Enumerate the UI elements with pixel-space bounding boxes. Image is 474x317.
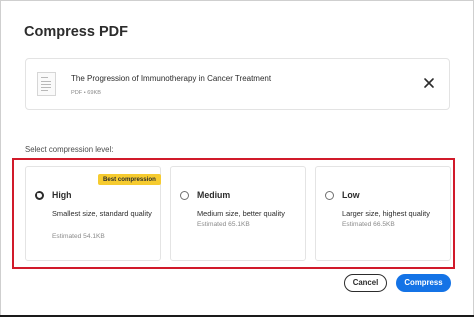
radio-high[interactable] — [35, 191, 44, 200]
close-icon[interactable] — [422, 76, 436, 90]
option-description: Smallest size, standard quality — [52, 209, 152, 218]
best-compression-badge: Best compression — [98, 174, 161, 185]
window-edge-left — [0, 0, 1, 317]
file-card: The Progression of Immunotherapy in Canc… — [25, 58, 450, 110]
option-medium[interactable]: Medium Medium size, better quality Estim… — [170, 166, 306, 261]
file-meta: PDF • 69KB — [71, 90, 101, 96]
option-title: High — [52, 190, 72, 200]
option-estimate: Estimated 65.1KB — [197, 221, 250, 228]
compression-level-label: Select compression level: — [25, 145, 114, 154]
option-title: Medium — [197, 190, 231, 200]
option-low[interactable]: Low Larger size, highest quality Estimat… — [315, 166, 451, 261]
cancel-button[interactable]: Cancel — [344, 274, 387, 292]
option-estimate: Estimated 54.1KB — [52, 233, 105, 240]
radio-low[interactable] — [325, 191, 334, 200]
option-description: Larger size, highest quality — [342, 209, 430, 218]
compress-button[interactable]: Compress — [396, 274, 451, 292]
option-title: Low — [342, 190, 360, 200]
file-name: The Progression of Immunotherapy in Canc… — [71, 74, 272, 83]
dialog-title: Compress PDF — [24, 24, 128, 40]
option-description: Medium size, better quality — [197, 209, 285, 218]
option-estimate: Estimated 66.5KB — [342, 221, 395, 228]
window-edge-top — [0, 0, 474, 1]
pdf-document-icon — [37, 72, 56, 96]
option-high[interactable]: Best compression High Smallest size, sta… — [25, 166, 161, 261]
radio-medium[interactable] — [180, 191, 189, 200]
